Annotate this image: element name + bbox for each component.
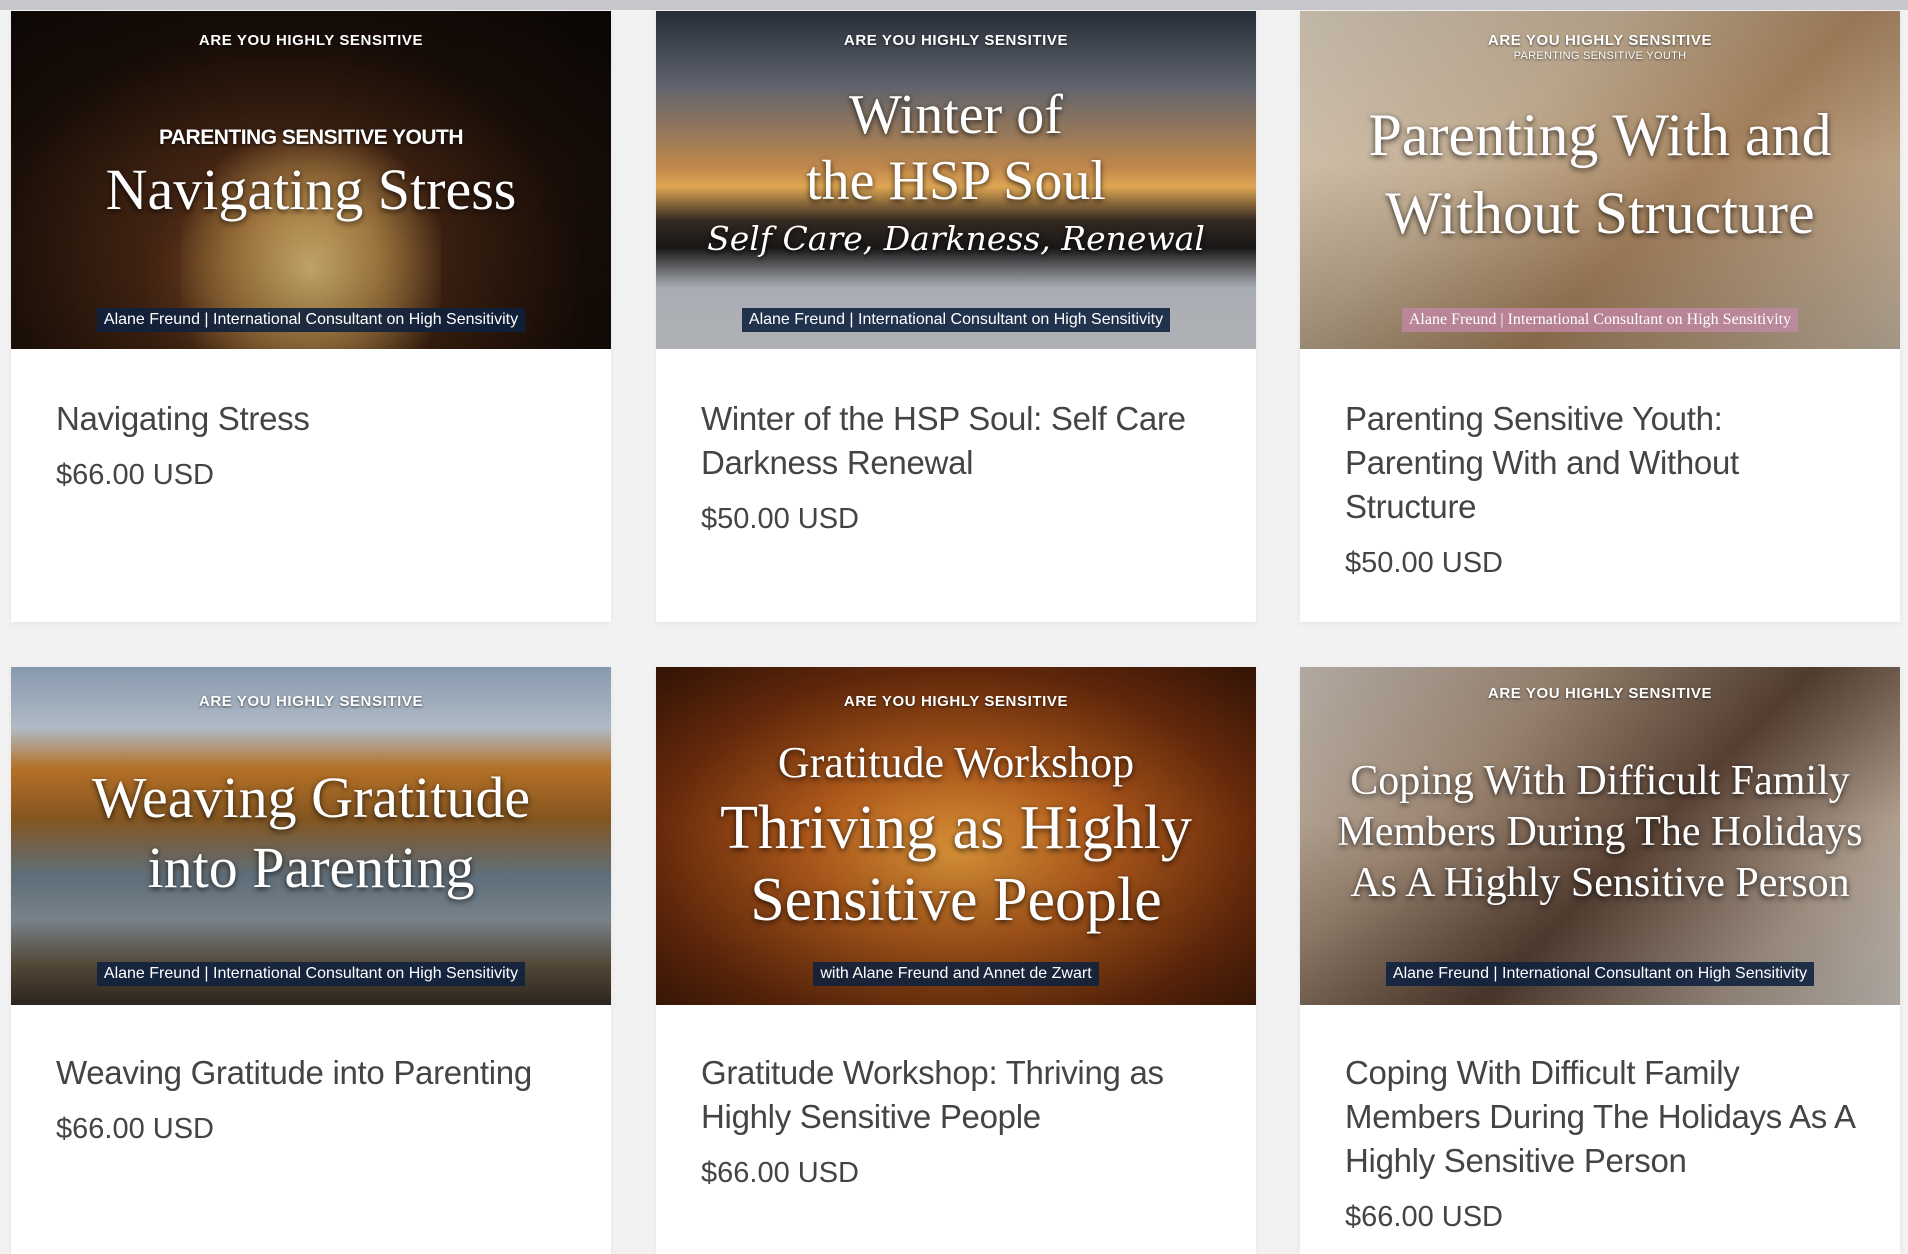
- image-kicker: ARE YOU HIGHLY SENSITIVE: [843, 693, 1069, 710]
- product-card[interactable]: ARE YOU HIGHLY SENSITIVE Weaving Gratitu…: [11, 667, 611, 1254]
- image-title-line: Without Structure: [1385, 180, 1815, 246]
- image-banner: Alane Freund | International Consultant …: [1300, 962, 1900, 986]
- image-pre-title: Gratitude Workshop: [777, 738, 1135, 787]
- image-title-line: Coping With Difficult Family: [1350, 758, 1850, 804]
- image-banner: Alane Freund | International Consultant …: [11, 962, 611, 986]
- product-image[interactable]: ARE YOU HIGHLY SENSITIVE Coping With Dif…: [1300, 667, 1900, 1005]
- image-title-line: Navigating Stress: [105, 157, 517, 222]
- image-title-line: Members During The Holidays: [1337, 809, 1863, 855]
- image-title-line: Weaving Gratitude: [91, 765, 531, 830]
- image-sub-kicker: PARENTING SENSITIVE YOUTH: [1513, 50, 1687, 62]
- product-image[interactable]: ARE YOU HIGHLY SENSITIVE Gratitude Works…: [656, 667, 1256, 1005]
- image-title-line: Parenting With and: [1368, 102, 1832, 168]
- product-card[interactable]: ARE YOU HIGHLY SENSITIVE Coping With Dif…: [1300, 667, 1900, 1254]
- product-title[interactable]: Navigating Stress: [56, 397, 571, 441]
- image-title-line: Sensitive People: [750, 866, 1162, 934]
- image-banner: Alane Freund | International Consultant …: [1300, 308, 1900, 332]
- product-card[interactable]: ARE YOU HIGHLY SENSITIVE PARENTING SENSI…: [1300, 11, 1900, 622]
- product-price: $66.00 USD: [56, 1113, 214, 1145]
- image-kicker: ARE YOU HIGHLY SENSITIVE: [1487, 685, 1713, 702]
- product-title[interactable]: Coping With Difficult Family Members Dur…: [1345, 1051, 1860, 1183]
- image-title-line: the HSP Soul: [806, 150, 1106, 212]
- product-card[interactable]: ARE YOU HIGHLY SENSITIVE Gratitude Works…: [656, 667, 1256, 1254]
- image-banner: Alane Freund | International Consultant …: [11, 308, 611, 332]
- product-card[interactable]: ARE YOU HIGHLY SENSITIVE Winter of the H…: [656, 11, 1256, 622]
- image-kicker: ARE YOU HIGHLY SENSITIVE: [198, 32, 424, 49]
- product-grid: ARE YOU HIGHLY SENSITIVE PARENTING SENSI…: [0, 0, 1908, 1254]
- product-title[interactable]: Winter of the HSP Soul: Self Care Darkne…: [701, 397, 1216, 485]
- image-title-line: Thriving as Highly: [720, 794, 1192, 862]
- image-banner: with Alane Freund and Annet de Zwart: [656, 962, 1256, 986]
- image-title-line: into Parenting: [147, 835, 475, 900]
- image-kicker: ARE YOU HIGHLY SENSITIVE: [843, 32, 1069, 49]
- product-image[interactable]: ARE YOU HIGHLY SENSITIVE PARENTING SENSI…: [11, 11, 611, 349]
- product-title[interactable]: Gratitude Workshop: Thriving as Highly S…: [701, 1051, 1216, 1139]
- product-image[interactable]: ARE YOU HIGHLY SENSITIVE Weaving Gratitu…: [11, 667, 611, 1005]
- image-kicker: ARE YOU HIGHLY SENSITIVE: [198, 693, 424, 710]
- image-series-title: PARENTING SENSITIVE YOUTH: [158, 126, 464, 149]
- product-price: $66.00 USD: [1345, 1201, 1503, 1233]
- product-title[interactable]: Parenting Sensitive Youth: Parenting Wit…: [1345, 397, 1860, 529]
- product-image[interactable]: ARE YOU HIGHLY SENSITIVE PARENTING SENSI…: [1300, 11, 1900, 349]
- image-subtitle: Self Care, Darkness, Renewal: [707, 219, 1205, 258]
- product-price: $50.00 USD: [1345, 547, 1503, 579]
- image-kicker: ARE YOU HIGHLY SENSITIVE: [1487, 32, 1713, 49]
- product-price: $66.00 USD: [56, 459, 214, 491]
- image-title-line: As A Highly Sensitive Person: [1350, 860, 1850, 906]
- product-card[interactable]: ARE YOU HIGHLY SENSITIVE PARENTING SENSI…: [11, 11, 611, 622]
- product-image[interactable]: ARE YOU HIGHLY SENSITIVE Winter of the H…: [656, 11, 1256, 349]
- product-price: $50.00 USD: [701, 503, 859, 535]
- image-banner: Alane Freund | International Consultant …: [656, 308, 1256, 332]
- product-title[interactable]: Weaving Gratitude into Parenting: [56, 1051, 571, 1095]
- image-title-line: Winter of: [849, 84, 1063, 146]
- product-price: $66.00 USD: [701, 1157, 859, 1189]
